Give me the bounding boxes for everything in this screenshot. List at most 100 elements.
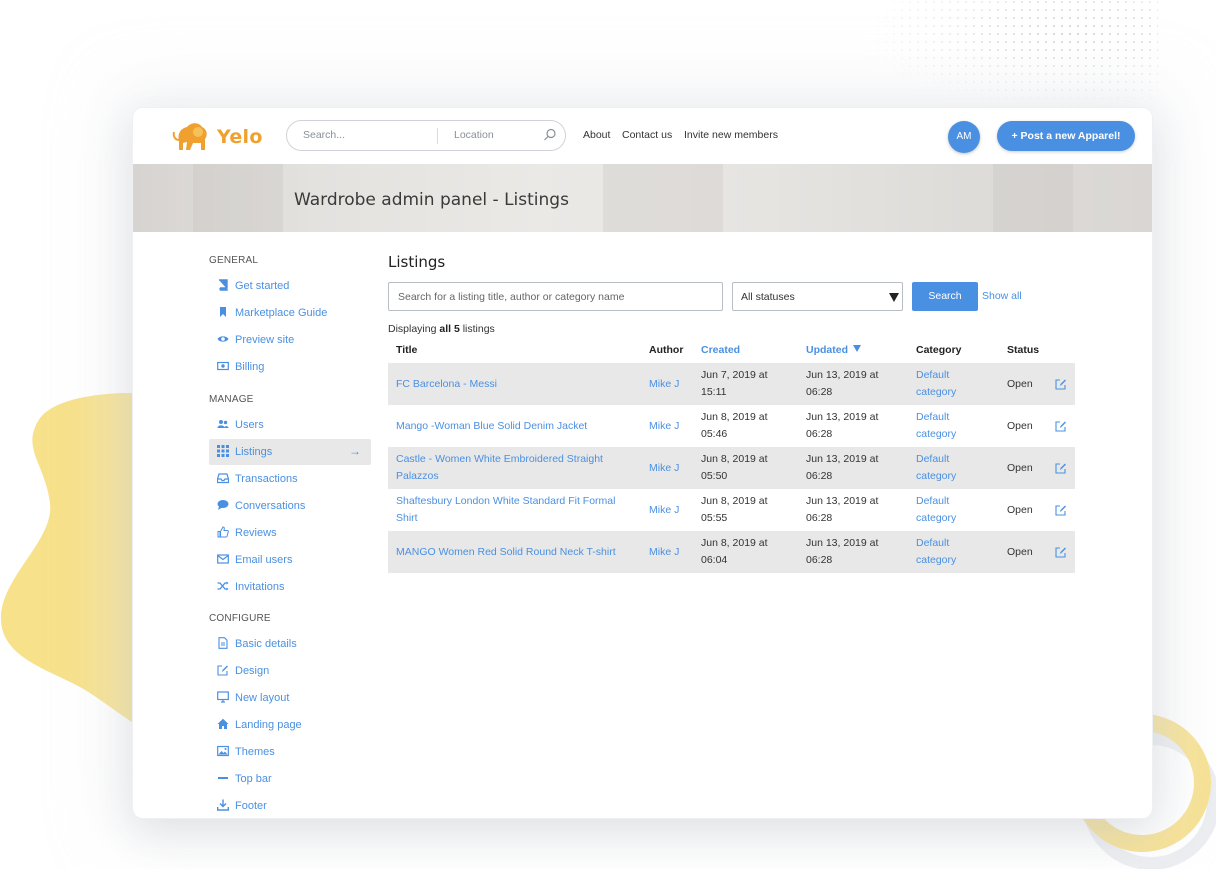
column-author[interactable]: Author [649, 344, 683, 356]
sidebar-item-top-bar[interactable]: Top bar [209, 766, 371, 792]
chat-icon [217, 500, 229, 510]
hero-shade [193, 164, 283, 232]
author-link[interactable]: Mike J [649, 376, 679, 393]
author-link[interactable]: Mike J [649, 460, 679, 477]
image-icon [217, 745, 229, 757]
sidebar-item-label: Billing [235, 361, 265, 373]
listing-title-link[interactable]: Shaftesbury London White Standard Fit Fo… [396, 493, 615, 527]
sidebar-item-label: Get started [235, 280, 290, 292]
created-date: Jun 8, 2019 at 05:55 [701, 493, 768, 527]
sidebar-item-landing-page[interactable]: Landing page [209, 712, 371, 738]
created-time-line: 05:55 [701, 512, 728, 524]
edit-icon[interactable] [1055, 378, 1067, 390]
nav-contact-link[interactable]: Contact us [622, 129, 672, 141]
sidebar-section-manage: MANAGE [209, 394, 254, 405]
column-created[interactable]: Created [701, 344, 740, 356]
category-link[interactable]: Default category [916, 367, 956, 401]
status-select[interactable]: All statuses [732, 282, 903, 311]
page: Yelo Search... Location About Contact us… [0, 0, 1216, 869]
listing-title-line: Shaftesbury London White Standard Fit Fo… [396, 495, 616, 507]
sidebar-item-email-users[interactable]: Email users [209, 547, 371, 573]
sidebar-item-label: New layout [235, 692, 290, 704]
created-date-line: Jun 8, 2019 at [701, 537, 768, 549]
sidebar-item-reviews[interactable]: Reviews [209, 520, 371, 546]
sidebar-item-label: Landing page [235, 719, 302, 731]
created-date-line: Jun 8, 2019 at [701, 495, 768, 507]
category-line: category [916, 386, 957, 398]
sidebar-item-themes[interactable]: Themes [209, 739, 371, 765]
category-line: Default [916, 369, 950, 381]
listing-title-link[interactable]: Mango -Woman Blue Solid Denim Jacket [396, 418, 587, 435]
listing-title-link[interactable]: MANGO Women Red Solid Round Neck T-shirt [396, 544, 616, 561]
category-link[interactable]: Default category [916, 409, 956, 443]
sidebar-item-users[interactable]: Users [209, 412, 371, 438]
eye-icon [217, 336, 229, 342]
logo[interactable]: Yelo [171, 120, 271, 154]
search-input[interactable]: Search... [303, 129, 345, 141]
search-button[interactable]: Search [912, 282, 978, 311]
category-link[interactable]: Default category [916, 493, 956, 527]
author-link[interactable]: Mike J [649, 502, 679, 519]
thumbs-up-icon [217, 526, 229, 538]
sidebar-item-footer[interactable]: Footer [209, 793, 371, 818]
author-link[interactable]: Mike J [649, 418, 679, 435]
listing-search-input[interactable]: Search for a listing title, author or ca… [388, 282, 723, 311]
created-date: Jun 8, 2019 at 06:04 [701, 535, 768, 569]
nav-invite-link[interactable]: Invite new members [684, 129, 778, 141]
sidebar-item-billing[interactable]: Billing [209, 354, 371, 380]
column-updated[interactable]: Updated [806, 344, 861, 356]
decorative-dots [868, 0, 1158, 110]
edit-icon[interactable] [1055, 504, 1067, 516]
edit-icon[interactable] [1055, 546, 1067, 558]
sidebar-item-basic-details[interactable]: Basic details [209, 631, 371, 657]
search-icon[interactable] [543, 128, 557, 142]
edit-icon[interactable] [1055, 462, 1067, 474]
show-all-link[interactable]: Show all [982, 290, 1022, 302]
sidebar-item-label: Invitations [235, 581, 285, 593]
sidebar-item-invitations[interactable]: Invitations [209, 574, 371, 600]
avatar[interactable]: AM [948, 121, 980, 153]
listing-count: Displaying all 5 listings [388, 323, 495, 335]
listing-title-link[interactable]: Castle - Women White Embroidered Straigh… [396, 451, 603, 485]
updated-date: Jun 13, 2019 at 06:28 [806, 493, 878, 527]
updated-time-line: 06:28 [806, 470, 833, 482]
sidebar-item-design[interactable]: Design [209, 658, 371, 684]
sidebar-item-preview-site[interactable]: Preview site [209, 327, 371, 353]
updated-time-line: 06:28 [806, 512, 833, 524]
post-new-apparel-button[interactable]: + Post a new Apparel! [997, 121, 1135, 151]
sidebar-item-conversations[interactable]: Conversations [209, 493, 371, 519]
listing-title-link[interactable]: FC Barcelona - Messi [396, 376, 497, 393]
sidebar-item-new-layout[interactable]: New layout [209, 685, 371, 711]
author-link[interactable]: Mike J [649, 544, 679, 561]
hero-banner: Wardrobe admin panel - Listings [133, 164, 1152, 232]
status-value: Open [1007, 420, 1033, 432]
category-line: category [916, 554, 957, 566]
column-status[interactable]: Status [1007, 344, 1039, 356]
status-value: Open [1007, 546, 1033, 558]
location-input[interactable]: Location [454, 129, 494, 141]
sidebar-item-label: Preview site [235, 334, 295, 346]
category-link[interactable]: Default category [916, 535, 956, 569]
column-title[interactable]: Title [396, 344, 417, 356]
sidebar-item-label: Top bar [235, 773, 272, 785]
sidebar-item-transactions[interactable]: Transactions [209, 466, 371, 492]
monitor-icon [217, 691, 229, 703]
column-category[interactable]: Category [916, 344, 962, 356]
sidebar-item-listings[interactable]: Listings → [209, 439, 371, 465]
book-icon [219, 279, 228, 291]
created-date: Jun 8, 2019 at 05:50 [701, 451, 768, 485]
topbar: Yelo Search... Location About Contact us… [133, 108, 1152, 164]
table-row: MANGO Women Red Solid Round Neck T-shirt… [388, 531, 1075, 573]
updated-time-line: 06:28 [806, 386, 833, 398]
sidebar-item-get-started[interactable]: Get started [209, 273, 371, 299]
listing-title-line: MANGO Women Red Solid Round Neck T-shirt [396, 546, 616, 558]
table-row: Mango -Woman Blue Solid Denim Jacket Mik… [388, 405, 1075, 447]
nav-about-link[interactable]: About [583, 129, 610, 141]
edit-icon[interactable] [1055, 420, 1067, 432]
sidebar-section-general: GENERAL [209, 255, 259, 266]
search-bar[interactable]: Search... Location [286, 120, 566, 151]
sidebar-item-marketplace-guide[interactable]: Marketplace Guide [209, 300, 371, 326]
arrow-right-icon: → [349, 444, 361, 458]
created-time-line: 05:46 [701, 428, 728, 440]
category-link[interactable]: Default category [916, 451, 956, 485]
